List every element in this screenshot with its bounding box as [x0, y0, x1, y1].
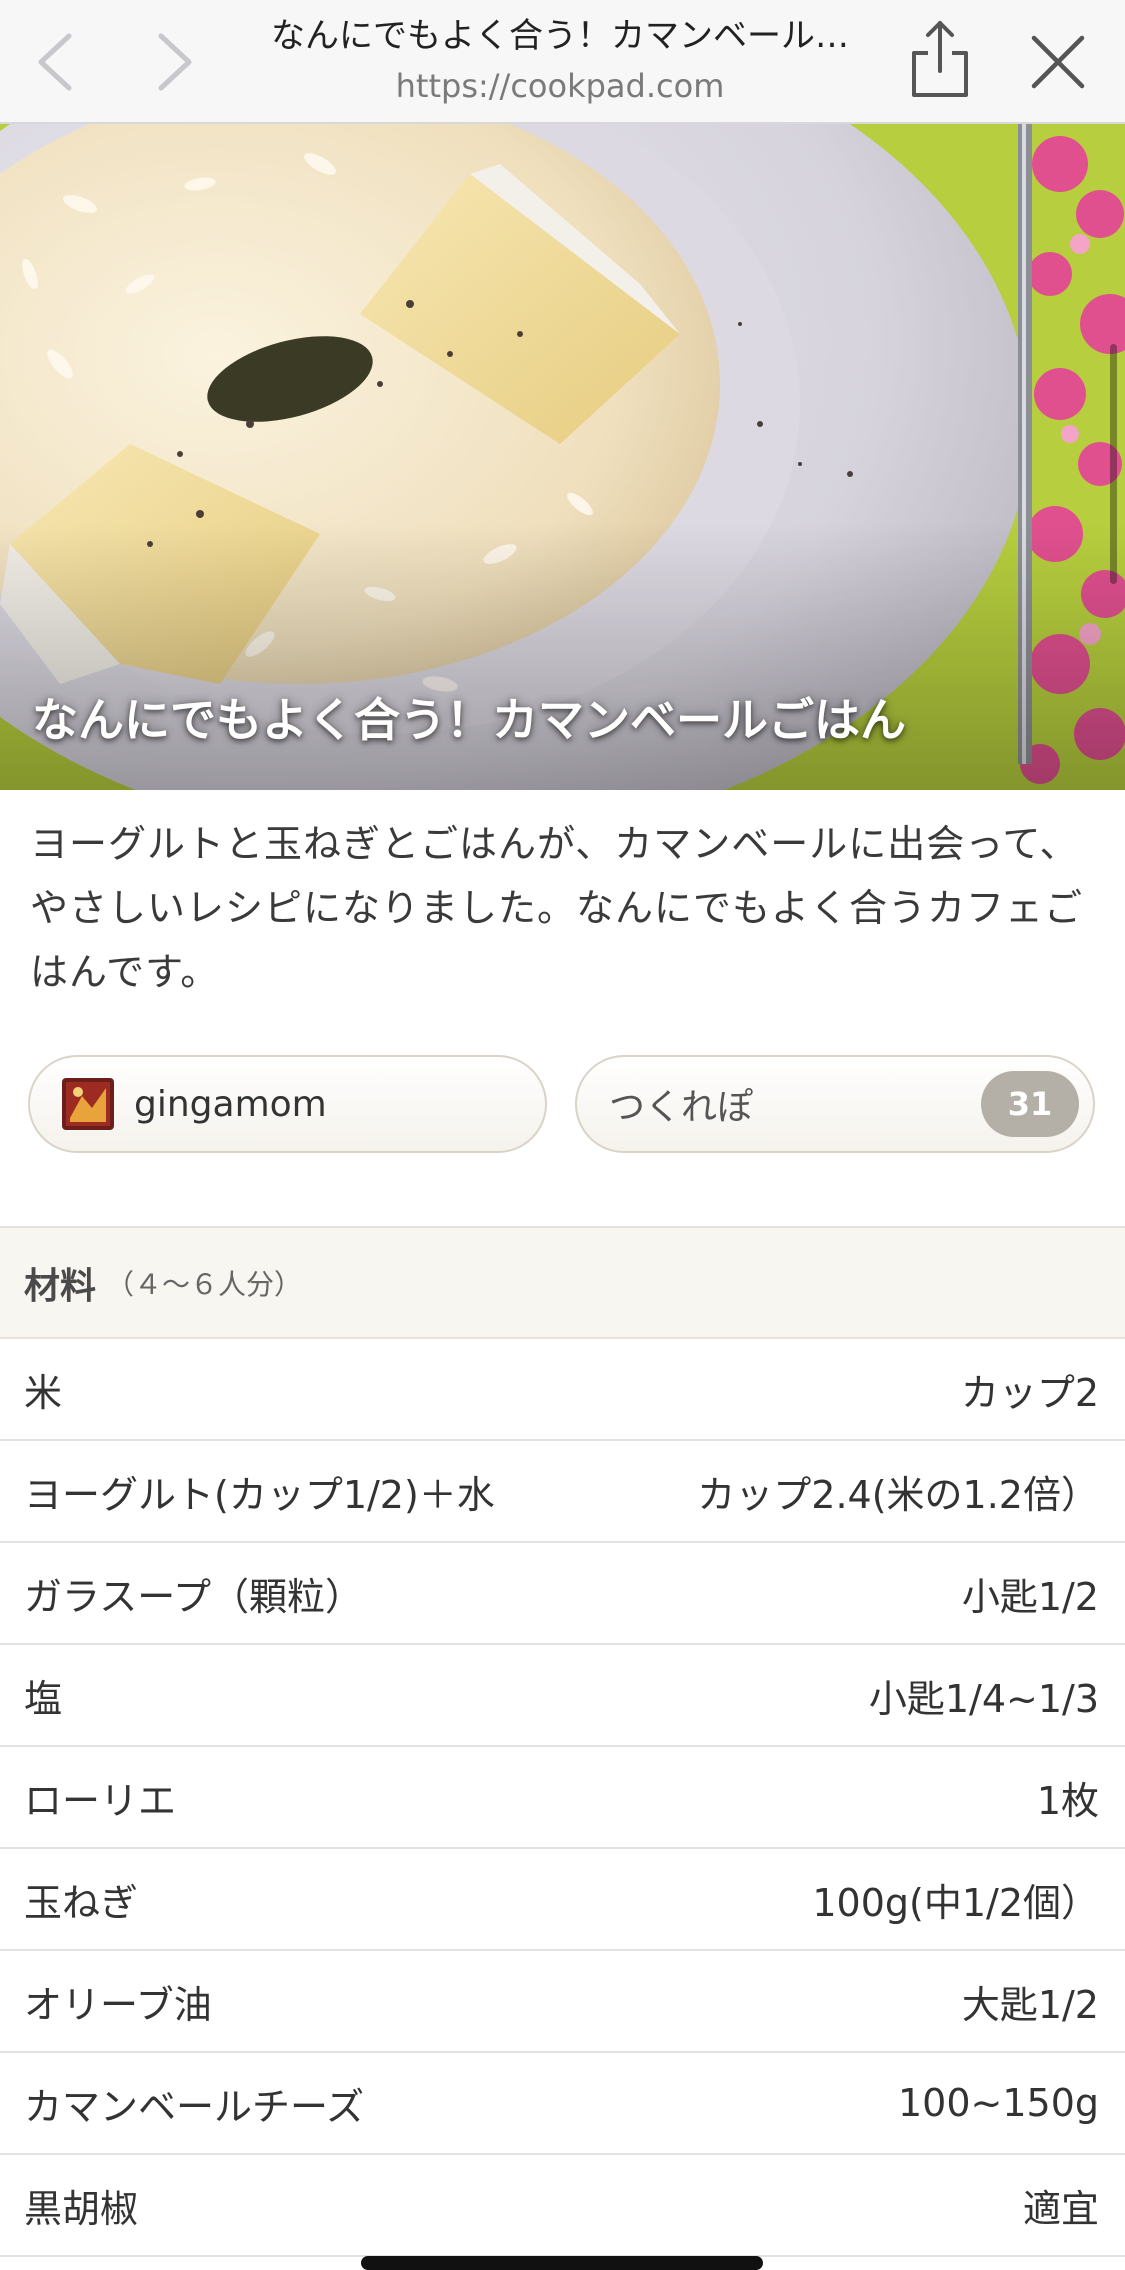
- ingredients-list: 米 カップ2 ヨーグルト(カップ1/2)＋水 カップ2.4(米の1.2倍） ガラ…: [0, 1339, 1125, 2257]
- ingredient-row: 塩 小匙1/4~1/3: [0, 1645, 1125, 1747]
- close-button[interactable]: [1018, 22, 1098, 102]
- ingredient-row: オリーブ油 大匙1/2: [0, 1951, 1125, 2053]
- tsukurepo-count-badge: 31: [981, 1071, 1079, 1137]
- ingredient-name: 米: [24, 1370, 63, 1415]
- ingredient-row: カマンベールチーズ 100~150g: [0, 2053, 1125, 2155]
- forward-button[interactable]: [135, 22, 215, 102]
- page-title: なんにでもよく合う！カマンベール…: [271, 16, 849, 56]
- ingredient-quantity: 100~150g: [897, 2081, 1099, 2125]
- chevron-left-icon: [38, 33, 72, 91]
- ingredient-row: ローリエ 1枚: [0, 1747, 1125, 1849]
- ingredient-quantity: 100g(中1/2個）: [812, 1880, 1099, 1925]
- page-url: https://cookpad.com: [395, 67, 725, 105]
- ingredient-name: 黒胡椒: [24, 2186, 139, 2231]
- ingredient-name: オリーブ油: [24, 1982, 212, 2027]
- ingredient-name: ローリエ: [24, 1778, 177, 1823]
- scroll-indicator[interactable]: [1110, 344, 1117, 584]
- ingredient-quantity: 適宜: [1022, 2186, 1099, 2231]
- address-area[interactable]: なんにでもよく合う！カマンベール… https://cookpad.com: [240, 12, 880, 112]
- author-button[interactable]: gingamom: [28, 1055, 547, 1153]
- avatar: [62, 1078, 114, 1130]
- recipe-title: なんにでもよく合う！カマンベールごはん: [32, 693, 906, 747]
- ingredient-quantity: カップ2: [960, 1370, 1099, 1415]
- close-icon: [1031, 35, 1085, 89]
- ingredient-name: 玉ねぎ: [24, 1880, 139, 1925]
- ingredient-name: 塩: [24, 1676, 63, 1721]
- author-name: gingamom: [134, 1083, 327, 1125]
- ingredients-header: 材料 （４〜６人分）: [0, 1226, 1125, 1339]
- ingredient-row: ヨーグルト(カップ1/2)＋水 カップ2.4(米の1.2倍）: [0, 1441, 1125, 1543]
- ingredient-name: ガラスープ（顆粒）: [24, 1574, 363, 1619]
- browser-toolbar: なんにでもよく合う！カマンベール… https://cookpad.com: [0, 0, 1125, 124]
- chevron-right-icon: [158, 33, 192, 91]
- home-indicator[interactable]: [361, 2256, 763, 2270]
- ingredients-servings: （４〜６人分）: [106, 1267, 303, 1301]
- ingredient-quantity: 1枚: [1036, 1778, 1099, 1823]
- ingredient-quantity: 小匙1/4~1/3: [868, 1676, 1099, 1721]
- ingredient-row: ガラスープ（顆粒） 小匙1/2: [0, 1543, 1125, 1645]
- ingredient-quantity: 小匙1/2: [961, 1574, 1099, 1619]
- recipe-description: ヨーグルトと玉ねぎとごはんが、カマンベールに出会って、やさしいレシピになりました…: [30, 822, 1084, 994]
- ingredient-quantity: カップ2.4(米の1.2倍）: [697, 1472, 1099, 1517]
- ingredient-row: 黒胡椒 適宜: [0, 2155, 1125, 2257]
- ingredient-row: 玉ねぎ 100g(中1/2個）: [0, 1849, 1125, 1951]
- ingredients-title: 材料: [24, 1265, 97, 1307]
- share-button[interactable]: [898, 14, 982, 104]
- ingredient-name: ヨーグルト(カップ1/2)＋水: [24, 1472, 495, 1517]
- back-button[interactable]: [15, 22, 95, 102]
- ingredient-row: 米 カップ2: [0, 1339, 1125, 1441]
- ingredient-name: カマンベールチーズ: [24, 2084, 365, 2129]
- ingredient-quantity: 大匙1/2: [961, 1982, 1099, 2027]
- tsukurepo-button[interactable]: つくれぽ 31: [575, 1055, 1095, 1153]
- share-icon: [912, 21, 968, 97]
- tsukurepo-label: つくれぽ: [609, 1087, 754, 1128]
- recipe-photo: なんにでもよく合う！カマンベールごはん: [0, 124, 1125, 790]
